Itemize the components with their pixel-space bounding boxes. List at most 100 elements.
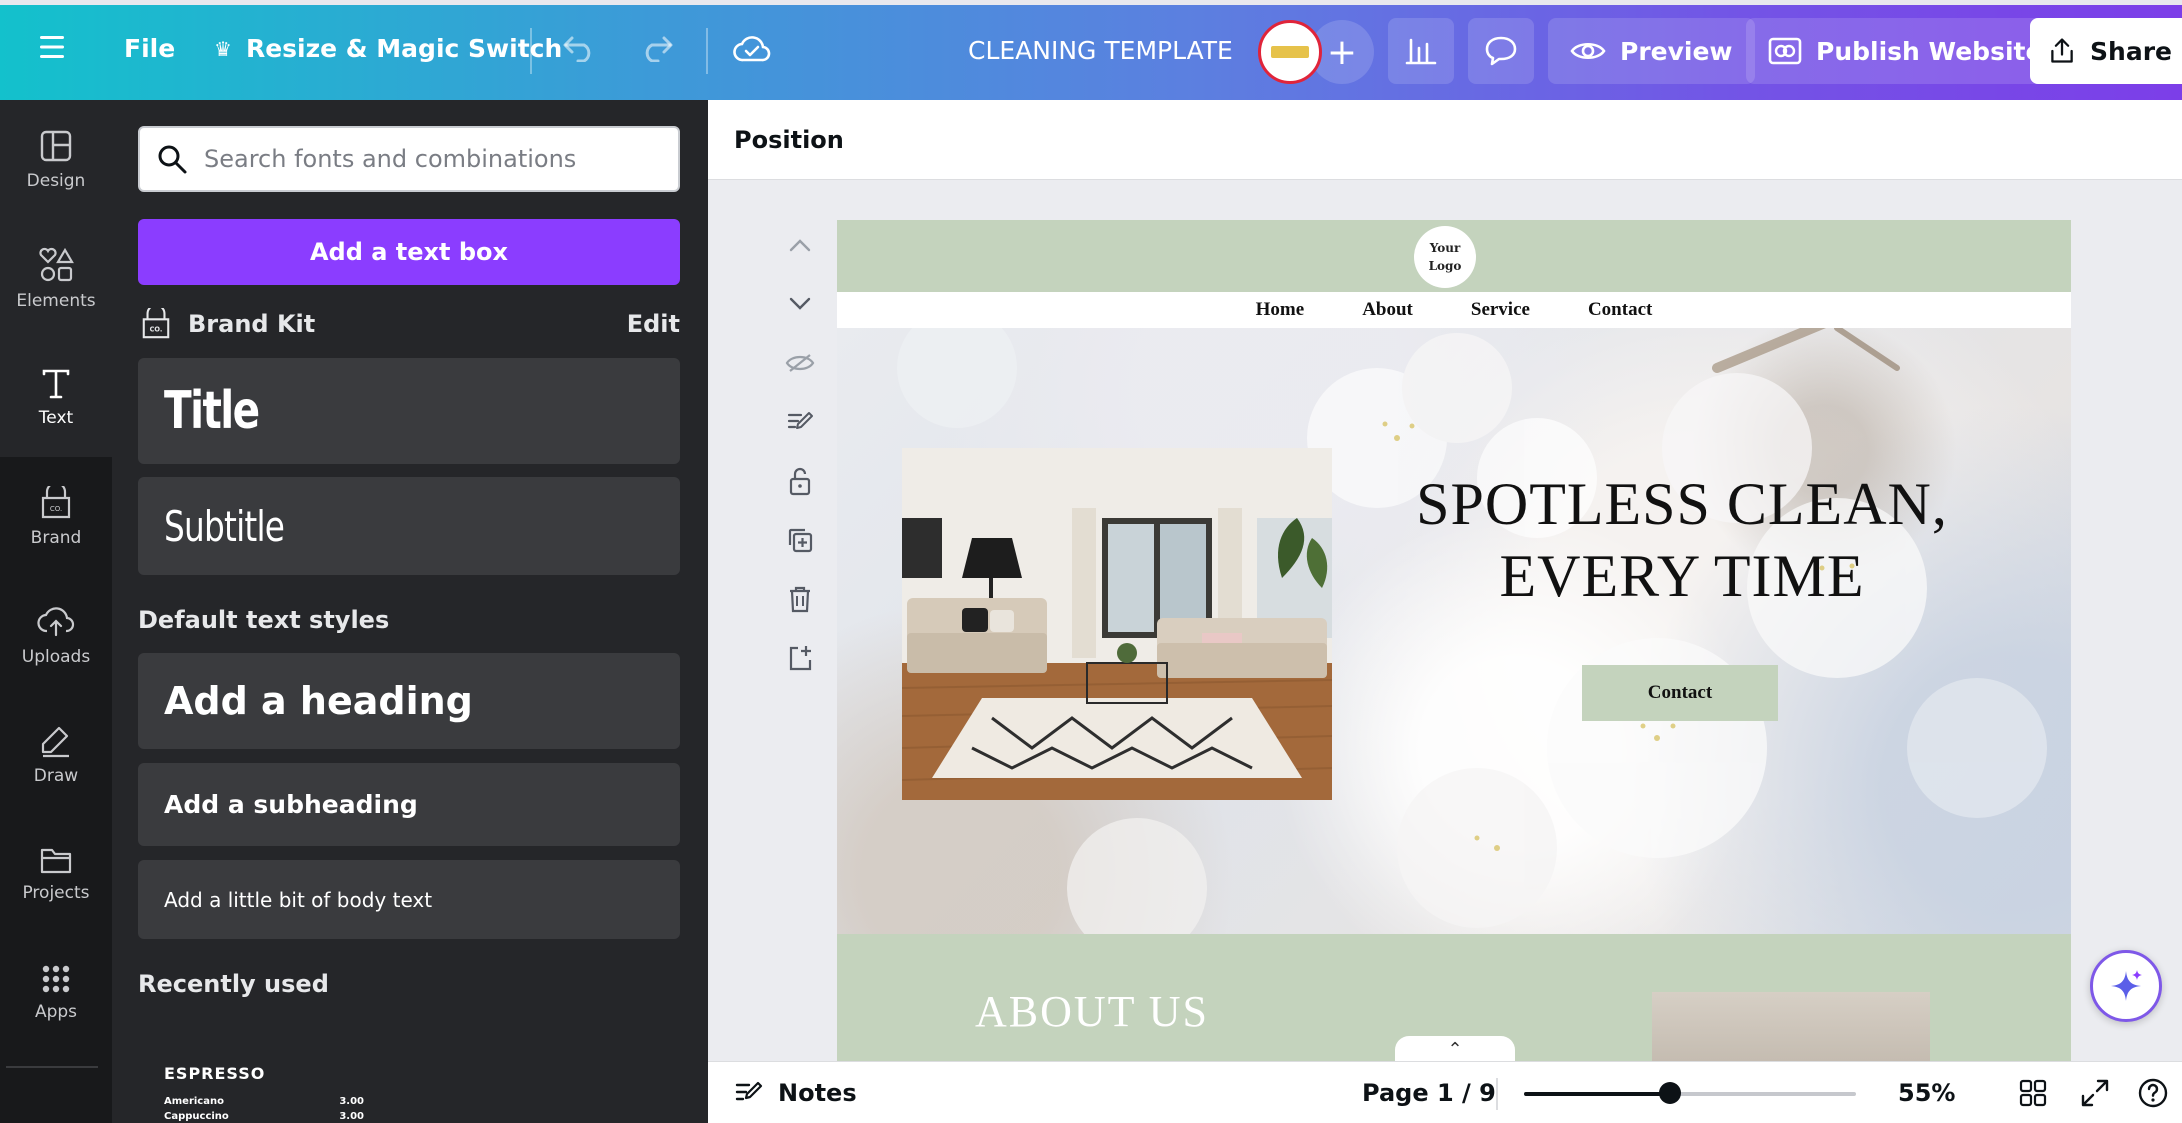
- lock-page-button[interactable]: [780, 461, 820, 501]
- browser-strip: [0, 0, 2182, 5]
- move-page-up-button[interactable]: [780, 225, 820, 265]
- toolbar-divider: [530, 28, 532, 74]
- preview-button[interactable]: Preview: [1548, 18, 1755, 84]
- comments-button[interactable]: [1468, 18, 1534, 84]
- crown-icon: ♛: [214, 36, 232, 61]
- sparkle-icon: [2111, 970, 2142, 1001]
- duplicate-page-button[interactable]: [780, 520, 820, 560]
- context-toolbar: Position: [708, 100, 2182, 180]
- add-heading-style[interactable]: Add a heading: [138, 653, 680, 749]
- recent-sample-row: Americano 3.00: [164, 1096, 364, 1107]
- rail-item-design[interactable]: Design: [0, 100, 112, 219]
- add-page-button[interactable]: [780, 638, 820, 678]
- add-subheading-style[interactable]: Add a subheading: [138, 763, 680, 846]
- site-logo[interactable]: Your Logo: [1414, 226, 1476, 288]
- hamburger-icon: [40, 36, 64, 58]
- page-side-tools: [775, 225, 825, 697]
- grid-view-button[interactable]: [2014, 1074, 2052, 1112]
- fullscreen-button[interactable]: [2076, 1074, 2114, 1112]
- font-search-input[interactable]: [204, 145, 664, 173]
- rail-item-brand[interactable]: CO. Brand: [0, 457, 112, 576]
- fullscreen-icon: [2081, 1079, 2109, 1107]
- rail-item-elements[interactable]: Elements: [0, 219, 112, 338]
- cloud-check-icon: [733, 36, 771, 62]
- zoom-percentage[interactable]: 55%: [1898, 1062, 1955, 1123]
- hero-headline-line: EVERY TIME: [1499, 543, 1865, 609]
- hero-headline[interactable]: SPOTLESS CLEAN, EVERY TIME: [1372, 468, 1992, 612]
- zoom-slider[interactable]: [1524, 1082, 1856, 1104]
- zoom-slider-fill: [1524, 1092, 1671, 1096]
- living-room-photo[interactable]: [902, 448, 1332, 800]
- resize-magic-switch-button[interactable]: ♛ Resize & Magic Switch: [214, 34, 562, 63]
- rail-item-uploads[interactable]: Uploads: [0, 576, 112, 695]
- move-page-down-button[interactable]: [780, 284, 820, 324]
- help-button[interactable]: [2134, 1074, 2172, 1112]
- brand-kit-edit-link[interactable]: Edit: [627, 310, 680, 338]
- brand-title-style[interactable]: Title: [138, 358, 680, 464]
- publish-website-button[interactable]: Publish Website: [1746, 18, 2065, 84]
- hero-contact-button[interactable]: Contact: [1582, 665, 1778, 721]
- uploads-icon: [37, 606, 75, 636]
- elements-icon: [39, 247, 74, 281]
- add-body-text-style[interactable]: Add a little bit of body text: [138, 860, 680, 939]
- menu-button[interactable]: [38, 34, 66, 60]
- about-image[interactable]: [1652, 992, 1930, 1065]
- recent-sample-heading: ESPRESSO: [164, 1064, 266, 1083]
- user-avatar[interactable]: [1258, 20, 1322, 84]
- share-button[interactable]: Share: [2030, 18, 2182, 84]
- rail-item-draw[interactable]: Draw: [0, 695, 112, 814]
- site-nav-contact[interactable]: Contact: [1588, 299, 1652, 321]
- add-body-label: Add a little bit of body text: [164, 887, 433, 912]
- font-search-box[interactable]: [138, 126, 680, 192]
- design-page[interactable]: Your Logo Home About Service Contact SPO…: [837, 220, 2071, 1065]
- page-indicator-text: Page 1 / 9: [1362, 1079, 1496, 1107]
- brand-kit-title: CO. Brand Kit: [140, 308, 315, 340]
- bar-chart-icon: [1405, 38, 1437, 65]
- add-subheading-label: Add a subheading: [164, 790, 418, 819]
- save-status-button[interactable]: [732, 32, 772, 64]
- rail-label: Projects: [22, 882, 90, 903]
- position-button[interactable]: Position: [734, 126, 844, 154]
- rail-item-projects[interactable]: Projects: [0, 814, 112, 933]
- delete-page-button[interactable]: [780, 579, 820, 619]
- insights-button[interactable]: [1388, 18, 1454, 84]
- preview-label: Preview: [1620, 36, 1733, 66]
- design-icon: [40, 130, 72, 161]
- living-room-image: [902, 448, 1332, 800]
- recent-font-combination[interactable]: ESPRESSO Americano 3.00 Cappuccino 3.00: [138, 1040, 680, 1123]
- document-title[interactable]: CLEANING TEMPLATE: [968, 36, 1233, 65]
- draw-icon: [41, 726, 69, 757]
- hide-page-button[interactable]: [780, 343, 820, 383]
- rail-label: Elements: [16, 290, 96, 311]
- comment-icon: [1485, 36, 1517, 66]
- eye-off-icon: [785, 354, 815, 372]
- rail-item-text[interactable]: Text: [0, 338, 112, 457]
- redo-button[interactable]: [638, 32, 674, 62]
- notes-button[interactable]: Notes: [734, 1062, 857, 1123]
- add-text-box-button[interactable]: Add a text box: [138, 219, 680, 285]
- duplicate-icon: [788, 528, 813, 553]
- rail-item-apps[interactable]: Apps: [0, 933, 112, 1052]
- file-menu[interactable]: File: [124, 34, 175, 63]
- show-pages-button[interactable]: ⌃: [1395, 1036, 1515, 1062]
- site-nav-service[interactable]: Service: [1471, 299, 1530, 321]
- site-nav-about[interactable]: About: [1362, 299, 1413, 321]
- brand-subtitle-style[interactable]: Subtitle: [138, 477, 680, 575]
- edit-lines-icon: [787, 412, 813, 429]
- publish-label: Publish Website: [1816, 36, 2043, 66]
- about-title[interactable]: ABOUT US: [975, 986, 1209, 1037]
- rail-divider: [6, 1066, 98, 1068]
- brand-icon: CO.: [41, 485, 71, 518]
- hero-background-image[interactable]: SPOTLESS CLEAN, EVERY TIME Contact: [837, 328, 2071, 934]
- zoom-slider-handle[interactable]: [1659, 1082, 1682, 1104]
- undo-button[interactable]: [562, 32, 598, 62]
- undo-icon: [563, 36, 591, 62]
- recent-sample-item: Cappuccino: [164, 1111, 229, 1122]
- notes-icon: [735, 1081, 763, 1101]
- page-indicator[interactable]: Page 1 / 9: [1362, 1062, 1496, 1123]
- page-notes-button[interactable]: [780, 402, 820, 442]
- publish-website-icon: [1768, 37, 1802, 65]
- chevron-up-icon: ⌃: [1447, 1038, 1463, 1060]
- magic-assistant-button[interactable]: [2090, 950, 2162, 1022]
- site-nav-home[interactable]: Home: [1256, 299, 1305, 321]
